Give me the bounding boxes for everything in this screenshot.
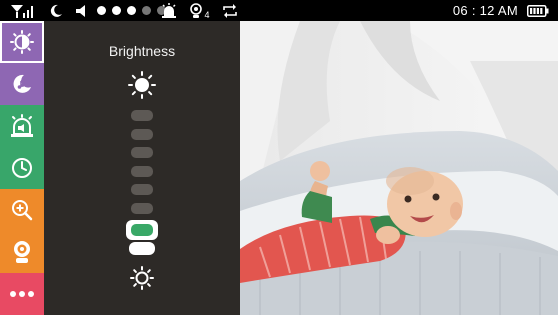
volume-dot [127, 6, 136, 15]
camera-count-indicator: 4 [188, 0, 212, 21]
brightness-level-6[interactable] [131, 147, 153, 158]
brightness-level-selected[interactable] [126, 220, 158, 240]
camera-icon [190, 2, 203, 18]
lullaby-icon [13, 74, 32, 93]
baby-in-crib-image [240, 21, 558, 315]
brightness-level-3[interactable] [131, 202, 153, 214]
status-bar: 4 06 : 12 AM [0, 0, 558, 21]
sidebar-item-more[interactable] [0, 273, 44, 315]
alarm-icon [160, 0, 178, 21]
camera-icon [14, 241, 30, 263]
brightness-icon [10, 30, 34, 54]
signal-icon [9, 0, 37, 21]
zoom-icon [12, 200, 33, 221]
sun-dim-icon[interactable] [130, 266, 154, 295]
moon-icon [48, 0, 64, 21]
volume-level [97, 6, 166, 15]
speaker-icon [73, 0, 91, 21]
sidebar-item-camera[interactable] [0, 231, 44, 273]
clock-time: 06 : 12 AM [452, 3, 518, 18]
volume-dot [112, 6, 121, 15]
brightness-panel: Brightness [44, 21, 240, 315]
sun-bright-icon[interactable] [128, 71, 156, 104]
brightness-level-7[interactable] [131, 128, 153, 140]
clock-icon [12, 158, 32, 178]
brightness-level-8[interactable] [131, 110, 153, 121]
brightness-level-fill [131, 224, 153, 236]
brightness-level-5[interactable] [131, 165, 153, 177]
sidebar-menu [0, 21, 44, 315]
brightness-level-1[interactable] [129, 242, 155, 255]
brightness-title: Brightness [108, 43, 176, 59]
more-icon [10, 291, 34, 297]
alarm-icon [11, 114, 33, 137]
sidebar-item-lullaby[interactable] [0, 63, 44, 105]
volume-dot [142, 6, 151, 15]
sidebar-item-zoom[interactable] [0, 189, 44, 231]
volume-dot [97, 6, 106, 15]
camera-count: 4 [204, 9, 210, 20]
sidebar-item-brightness[interactable] [0, 21, 44, 63]
camera-feed [240, 21, 558, 315]
battery-icon [526, 0, 550, 21]
sidebar-item-timer[interactable] [0, 147, 44, 189]
brightness-level-4[interactable] [131, 184, 153, 195]
repeat-icon [221, 0, 239, 21]
sidebar-item-alarm[interactable] [0, 105, 44, 147]
